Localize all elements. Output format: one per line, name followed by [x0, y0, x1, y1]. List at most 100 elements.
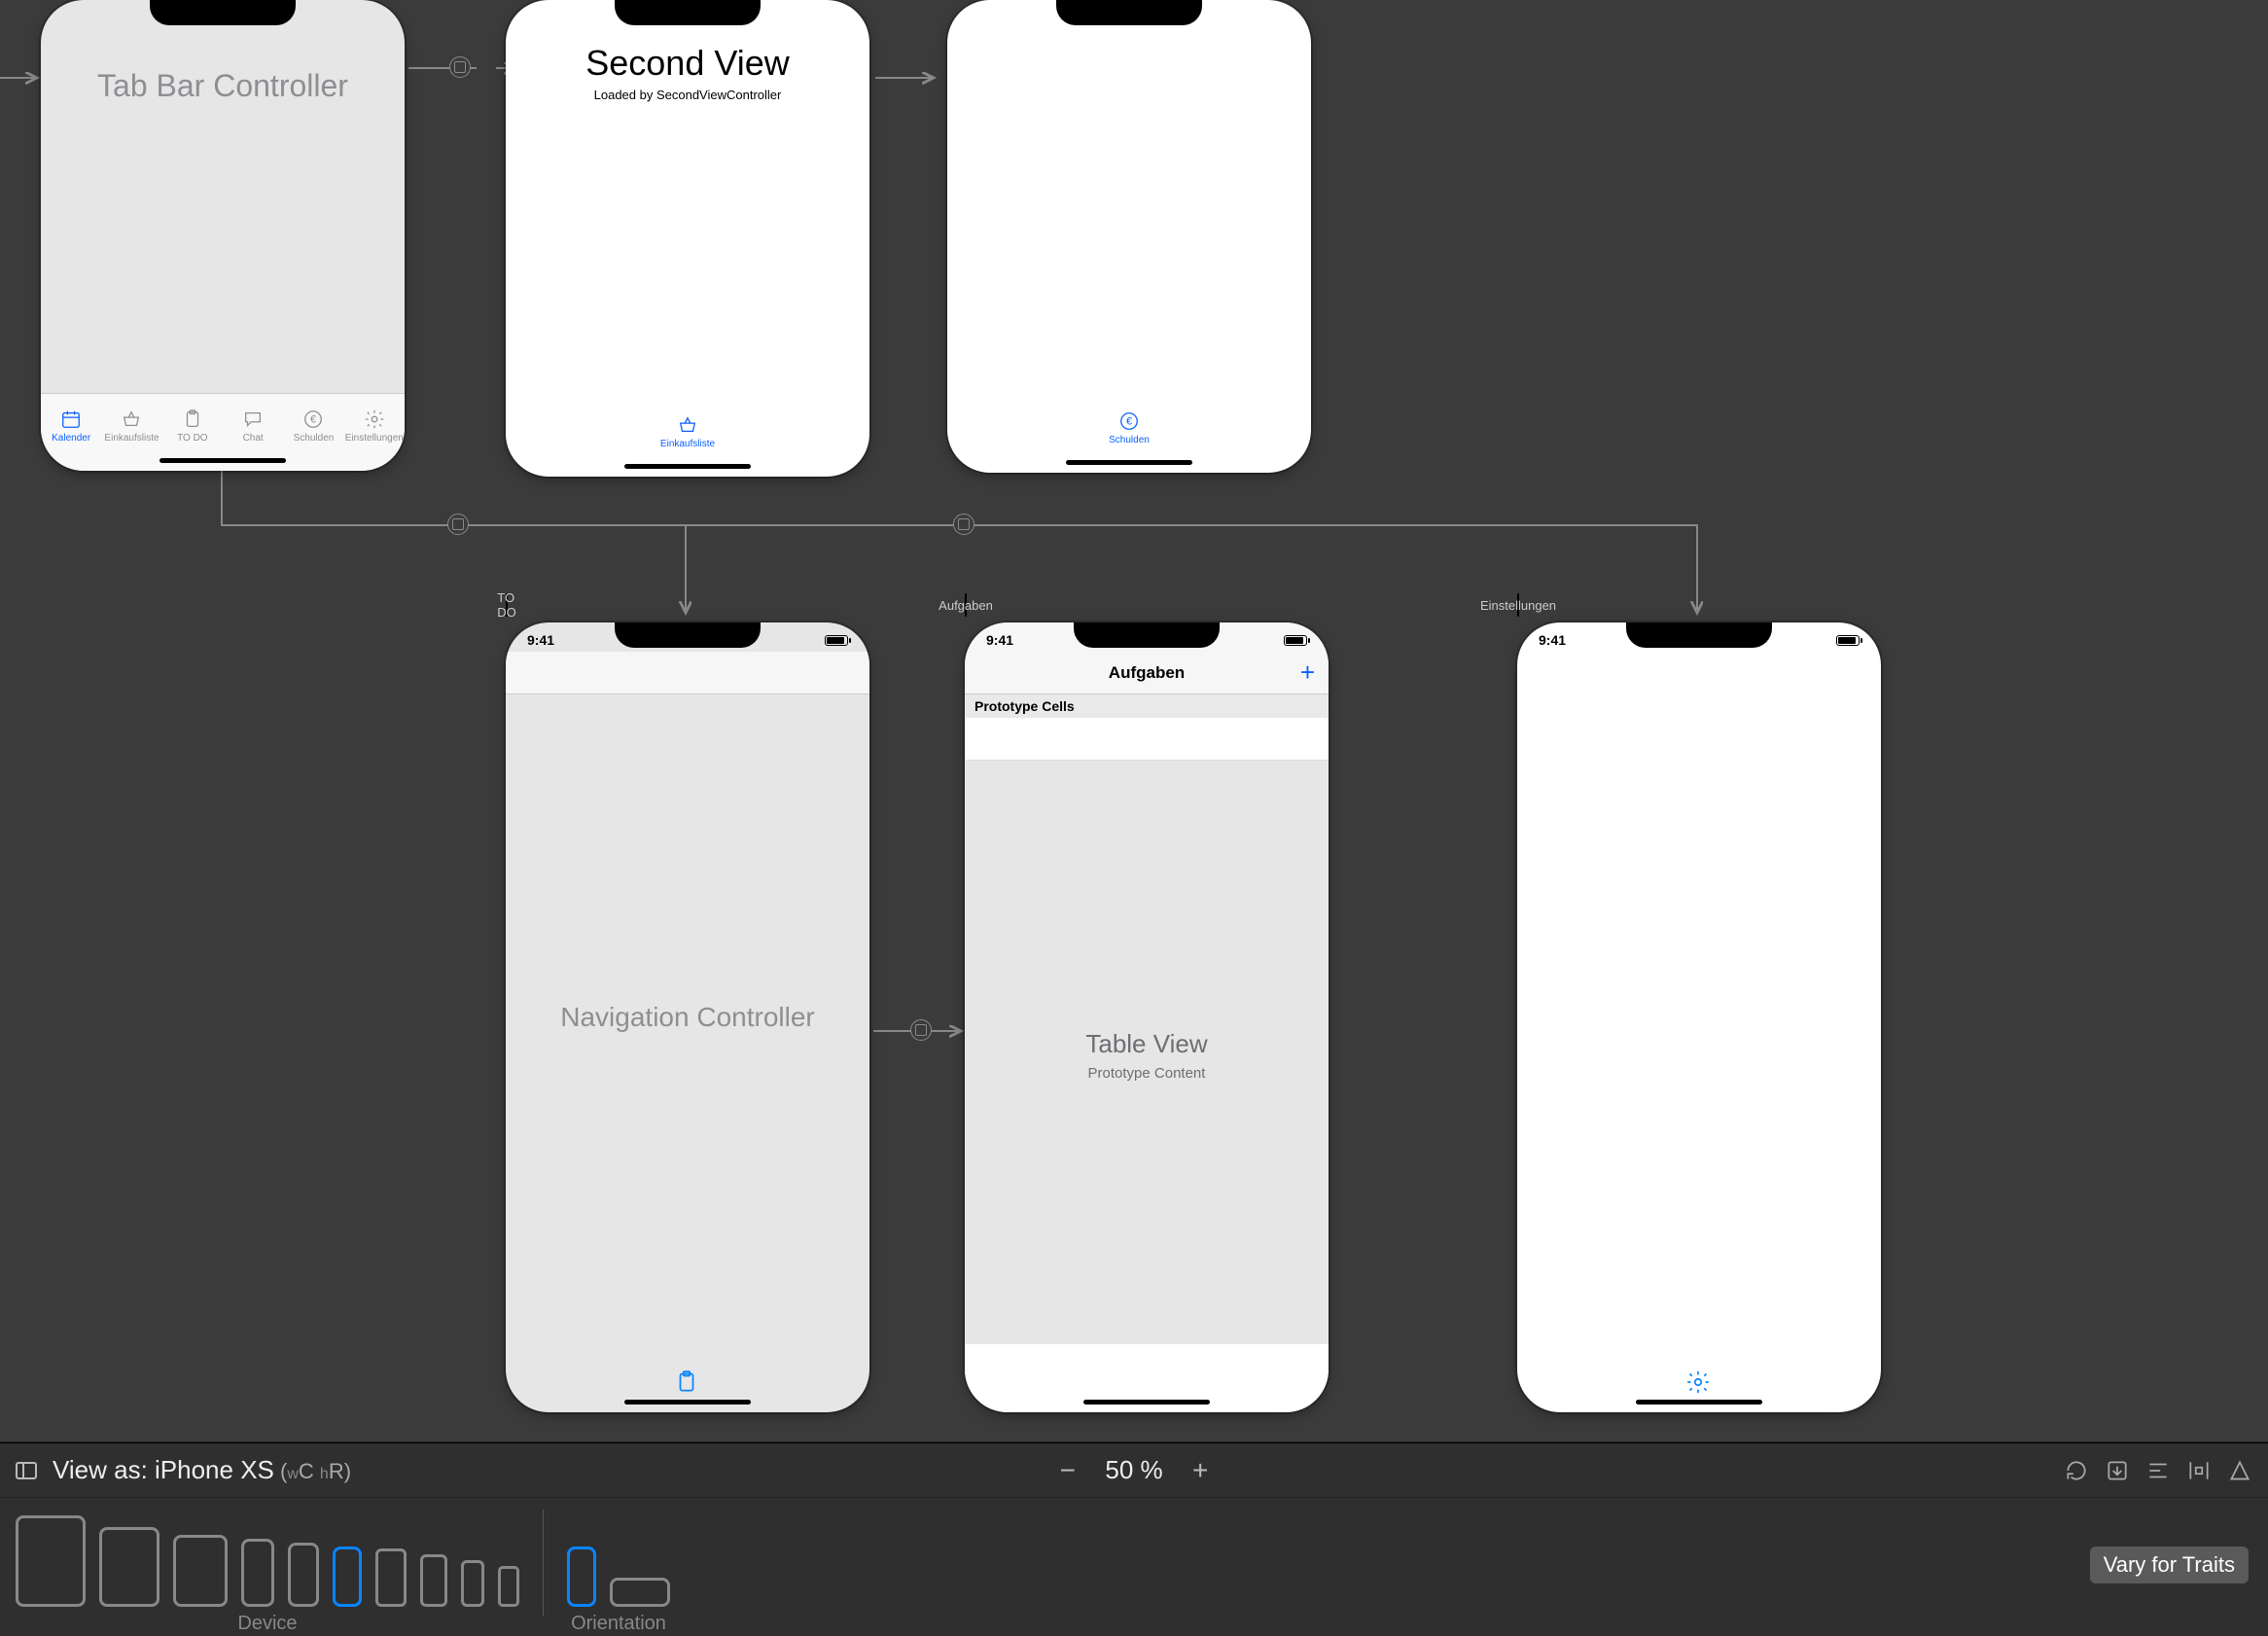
device-ipad-11[interactable]: [99, 1527, 159, 1607]
battery-icon: [1836, 635, 1860, 646]
tab-chat[interactable]: Chat: [223, 394, 283, 457]
add-button[interactable]: +: [1300, 658, 1315, 688]
notch: [1626, 622, 1772, 648]
tab-label: Einkaufsliste: [104, 433, 159, 444]
vary-for-traits-button[interactable]: Vary for Traits: [2090, 1547, 2249, 1583]
tab-schulden[interactable]: € Schulden: [1090, 395, 1168, 459]
align-icon[interactable]: [2145, 1458, 2171, 1483]
home-indicator: [1083, 1400, 1210, 1405]
euro-icon: €: [1117, 409, 1141, 433]
device-iphone-max[interactable]: [241, 1539, 274, 1607]
device-iphone-se[interactable]: [461, 1560, 484, 1607]
table-body[interactable]: Table View Prototype Content: [965, 761, 1329, 1344]
orientation-picker: [567, 1510, 670, 1607]
zoom-out-button[interactable]: −: [1060, 1455, 1076, 1486]
notch: [1074, 622, 1220, 648]
placeholder-title: Navigation Controller: [506, 1002, 869, 1033]
device-iphone-xs[interactable]: [333, 1547, 362, 1607]
document-outline-toggle[interactable]: [16, 1462, 37, 1479]
status-time: 9:41: [986, 632, 1013, 648]
battery-icon: [1284, 635, 1307, 646]
scene-schulden[interactable]: € Schulden: [947, 0, 1311, 473]
update-frames-icon[interactable]: [2064, 1458, 2089, 1483]
scene-todo-nav[interactable]: 9:41 Navigation Controller: [506, 622, 869, 1412]
footer: View as: iPhone XS (wC hR) − 50 % +: [0, 1442, 2268, 1636]
view-as-label[interactable]: View as: iPhone XS (wC hR): [53, 1455, 351, 1485]
segue-badge[interactable]: [449, 56, 471, 78]
tab-label: Einstellungen: [345, 433, 404, 444]
gear-icon: [363, 408, 386, 431]
storyboard-canvas[interactable]: Tab Bar Controller Kalender Einkaufslist…: [0, 0, 2268, 1441]
separator: [543, 1510, 544, 1617]
orientation-landscape[interactable]: [610, 1578, 670, 1607]
home-indicator: [1636, 1400, 1762, 1405]
device-ipad-12[interactable]: [16, 1515, 86, 1607]
scene-title-bar[interactable]: Einstellungen: [1517, 593, 1519, 617]
clipboard-icon: [674, 1369, 701, 1397]
tab-label: Schulden: [1109, 435, 1150, 445]
segue-badge[interactable]: [447, 514, 469, 535]
status-time: 9:41: [1539, 632, 1566, 648]
tab-kalender[interactable]: Kalender: [41, 394, 101, 457]
svg-text:€: €: [310, 414, 316, 426]
svg-text:€: €: [1126, 415, 1132, 427]
home-indicator: [624, 464, 751, 469]
gear-icon: [1685, 1369, 1713, 1397]
embed-in-icon[interactable]: [2105, 1458, 2130, 1483]
nav-bar-empty: [506, 652, 869, 694]
resolve-constraints-icon[interactable]: [2227, 1458, 2252, 1483]
device-iphone-xr[interactable]: [288, 1543, 319, 1607]
view-as-prefix: View as:: [53, 1455, 155, 1484]
scene-second-view[interactable]: Second View Loaded by SecondViewControll…: [506, 0, 869, 477]
second-view-title: Second View: [506, 43, 869, 84]
tab-einstellungen[interactable]: Einstellungen: [344, 394, 405, 457]
tab-label: Schulden: [294, 433, 335, 444]
tab-einkaufsliste[interactable]: Einkaufsliste: [649, 399, 726, 463]
tab-todo[interactable]: TO DO: [162, 394, 223, 457]
scene-tabbar-controller[interactable]: Tab Bar Controller Kalender Einkaufslist…: [41, 0, 405, 471]
device-iphone-4s[interactable]: [498, 1566, 519, 1607]
notch: [615, 0, 761, 25]
calendar-icon: [59, 408, 83, 431]
device-picker: [16, 1510, 519, 1607]
segue-badge[interactable]: [953, 514, 975, 535]
home-indicator: [624, 1400, 751, 1405]
scene-title-bar[interactable]: Aufgaben: [965, 593, 967, 617]
notch: [615, 622, 761, 648]
device-iphone-8[interactable]: [420, 1554, 447, 1607]
scene-title-bar[interactable]: TO DO: [506, 593, 508, 617]
status-time: 9:41: [527, 632, 554, 648]
device-iphone-plus[interactable]: [375, 1548, 407, 1607]
orientation-label: Orientation: [571, 1613, 666, 1635]
second-view-subtitle: Loaded by SecondViewController: [506, 88, 869, 102]
table-title: Table View: [965, 1029, 1329, 1059]
tab-schulden[interactable]: € Schulden: [283, 394, 343, 457]
basket-icon: [676, 413, 699, 437]
notch: [1056, 0, 1202, 25]
prototype-cell[interactable]: [965, 718, 1329, 761]
tab-label: Chat: [243, 433, 264, 444]
basket-icon: [120, 408, 143, 431]
tab-label: Einkaufsliste: [660, 439, 715, 449]
scene-aufgaben[interactable]: 9:41 Aufgaben + Prototype Cells Table Vi…: [965, 622, 1329, 1412]
chat-icon: [241, 408, 265, 431]
clipboard-icon: [181, 408, 204, 431]
tab-label: Kalender: [52, 433, 90, 444]
nav-bar: Aufgaben +: [965, 652, 1329, 694]
pin-constraints-icon[interactable]: [2186, 1458, 2212, 1483]
zoom-in-button[interactable]: +: [1192, 1455, 1208, 1486]
zoom-value[interactable]: 50 %: [1095, 1455, 1173, 1485]
prototype-cells-header: Prototype Cells: [965, 694, 1329, 718]
nav-title: Aufgaben: [1109, 663, 1185, 683]
euro-icon: €: [301, 408, 325, 431]
scene-einstellungen[interactable]: 9:41: [1517, 622, 1881, 1412]
segue-badge[interactable]: [910, 1019, 932, 1041]
orientation-portrait[interactable]: [567, 1547, 596, 1607]
tab-einkaufsliste[interactable]: Einkaufsliste: [101, 394, 161, 457]
tab-label: TO DO: [177, 433, 207, 444]
device-ipad-9[interactable]: [173, 1535, 228, 1607]
placeholder-title: Tab Bar Controller: [41, 68, 405, 104]
table-subtitle: Prototype Content: [965, 1065, 1329, 1082]
view-as-device: iPhone XS: [155, 1455, 274, 1484]
battery-icon: [825, 635, 848, 646]
